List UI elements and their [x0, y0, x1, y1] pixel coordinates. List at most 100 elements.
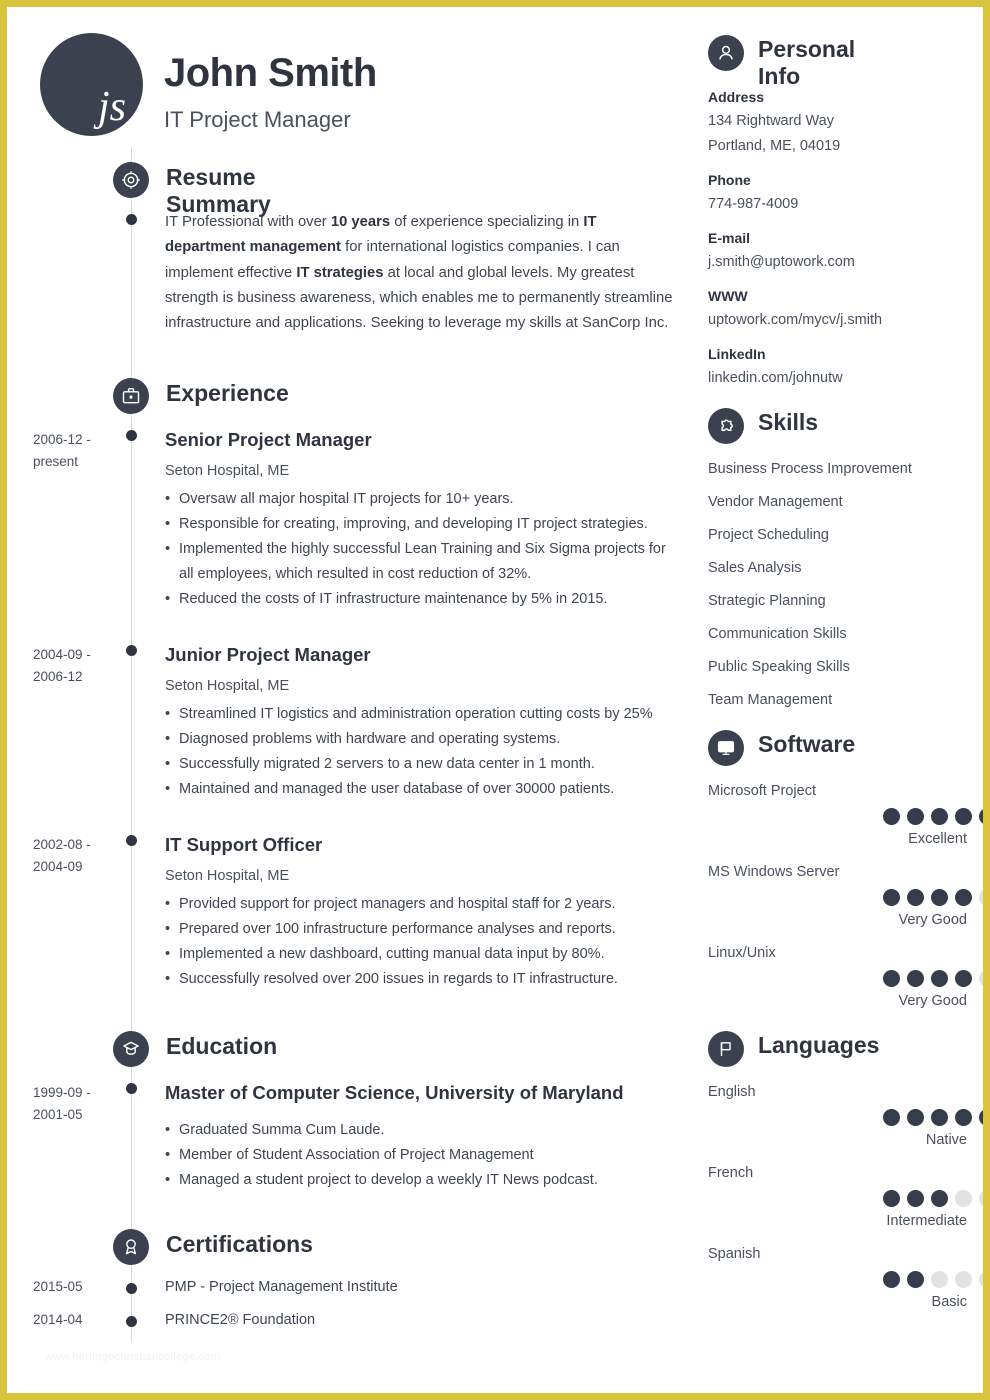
rating-dot-filled [883, 1190, 900, 1207]
skill-item: Sales Analysis [708, 560, 802, 576]
bullet-item: Prepared over 100 infrastructure perform… [165, 917, 680, 942]
rating-dot-filled [907, 889, 924, 906]
info-value-linkedin[interactable]: linkedin.com/johnutw [708, 370, 843, 386]
software-rating-dots [883, 970, 983, 987]
flag-icon [708, 1031, 744, 1067]
bullet-item: Successfully resolved over 200 issues in… [165, 967, 680, 992]
entry-org: Seton Hospital, ME [165, 463, 290, 479]
entry-date-start: 1999-09 - [33, 1085, 91, 1100]
entry-role: Master of Computer Science, University o… [165, 1082, 624, 1103]
rating-dot-empty [979, 970, 983, 987]
bullet-item: Member of Student Association of Project… [165, 1143, 695, 1168]
bullet-item: Maintained and managed the user database… [165, 777, 680, 802]
rating-dot-empty [955, 1271, 972, 1288]
entry-bullets: Provided support for project managers an… [165, 892, 680, 992]
bullet-item: Oversaw all major hospital IT projects f… [165, 487, 680, 512]
software-rating-dots [883, 808, 983, 825]
entry-date-end: 2001-05 [33, 1107, 83, 1122]
language-rating-label: Native [925, 1132, 967, 1148]
watermark: www.heritagechristiancollege.com [45, 1351, 221, 1363]
bullet-item: Successfully migrated 2 servers to a new… [165, 752, 680, 777]
rating-dot-filled [931, 970, 948, 987]
certification-label: PMP - Project Management Institute [165, 1279, 398, 1295]
experience-entry: IT Support Officer Seton Hospital, ME Pr… [165, 834, 680, 992]
rating-dot-filled [907, 1271, 924, 1288]
timeline-dot [126, 1083, 137, 1094]
rating-dot-filled [907, 970, 924, 987]
timeline-dot [126, 645, 137, 656]
main-column: js John Smith IT Project Manager Resume … [7, 7, 697, 1393]
language-rating-dots [883, 1109, 983, 1126]
language-rating-dots [883, 1271, 983, 1288]
section-title-education: Education [166, 1033, 278, 1059]
summary-text: IT Professional with over 10 years of ex… [165, 214, 673, 332]
rating-dot-empty [931, 1271, 948, 1288]
page-title: John Smith [164, 51, 377, 95]
info-label-linkedin: LinkedIn [708, 346, 766, 362]
info-label-phone: Phone [708, 172, 751, 188]
entry-bullets: Streamlined IT logistics and administrat… [165, 702, 680, 802]
language-rating-dots [883, 1190, 983, 1207]
rating-dot-filled [907, 1109, 924, 1126]
entry-org: Seton Hospital, ME [165, 678, 290, 694]
monitor-icon [708, 730, 744, 766]
info-value-www[interactable]: uptowork.com/mycv/j.smith [708, 312, 882, 328]
software-rating-label: Very Good [898, 912, 967, 928]
info-label-email: E-mail [708, 230, 751, 246]
entry-date-end: present [33, 454, 79, 469]
sidebar-title-personal-info: Personal Info [758, 36, 856, 89]
software-rating-label: Very Good [898, 993, 967, 1009]
rating-dot-filled [931, 889, 948, 906]
entry-date: 2002-08 - 2004-09 [33, 834, 125, 878]
avatar-monogram: js [97, 84, 126, 130]
target-icon [113, 162, 149, 198]
rating-dot-filled [907, 1190, 924, 1207]
rating-dot-filled [979, 808, 983, 825]
rating-dot-empty [979, 889, 983, 906]
software-name: Microsoft Project [708, 783, 816, 799]
rating-dot-empty [979, 1190, 983, 1207]
entry-role: Junior Project Manager [165, 644, 371, 665]
rating-dot-empty [955, 1190, 972, 1207]
entry-date-end: 2006-12 [33, 669, 83, 684]
certification-label: PRINCE2® Foundation [165, 1312, 316, 1328]
sidebar: Personal Info Address 134 Rightward Way … [697, 7, 983, 1393]
entry-date: 2006-12 - present [33, 429, 125, 473]
entry-bullets: Graduated Summa Cum Laude.Member of Stud… [165, 1118, 695, 1193]
language-name: Spanish [708, 1246, 761, 1262]
rating-dot-empty [979, 1271, 983, 1288]
briefcase-icon [113, 378, 149, 414]
entry-date: 1999-09 - 2001-05 [33, 1082, 125, 1126]
software-name: Linux/Unix [708, 945, 776, 961]
sidebar-title-software: Software [758, 731, 856, 757]
entry-date-start: 2004-09 - [33, 647, 91, 662]
skill-item: Business Process Improvement [708, 461, 912, 477]
bullet-item: Managed a student project to develop a w… [165, 1168, 695, 1193]
rating-dot-filled [931, 1190, 948, 1207]
info-value-address-line2: Portland, ME, 04019 [708, 138, 841, 154]
entry-role: Senior Project Manager [165, 429, 372, 450]
info-label-address: Address [708, 89, 765, 105]
info-value-email[interactable]: j.smith@uptowork.com [708, 254, 855, 270]
section-title-experience: Experience [166, 380, 289, 406]
rating-dot-filled [955, 889, 972, 906]
language-rating-label: Intermediate [886, 1213, 967, 1229]
entry-date-start: 2002-08 - [33, 837, 91, 852]
bullet-item: Provided support for project managers an… [165, 892, 680, 917]
info-value-address-line1: 134 Rightward Way [708, 113, 834, 129]
timeline-dot [126, 835, 137, 846]
resume-page: js John Smith IT Project Manager Resume … [0, 0, 990, 1400]
resume-header: js John Smith IT Project Manager [40, 27, 680, 147]
bullet-item: Graduated Summa Cum Laude. [165, 1118, 695, 1143]
experience-entry: Junior Project Manager Seton Hospital, M… [165, 644, 680, 802]
skill-item: Team Management [708, 692, 833, 708]
puzzle-piece-icon [708, 408, 744, 444]
avatar: js [40, 33, 143, 136]
certification-date: 2015-05 [33, 1279, 83, 1294]
info-value-phone[interactable]: 774-987-4009 [708, 196, 798, 212]
rating-dot-filled [883, 970, 900, 987]
timeline-dot [126, 214, 137, 225]
job-title: IT Project Manager [164, 107, 351, 132]
entry-role: IT Support Officer [165, 834, 323, 855]
section-title-certifications: Certifications [166, 1231, 313, 1257]
